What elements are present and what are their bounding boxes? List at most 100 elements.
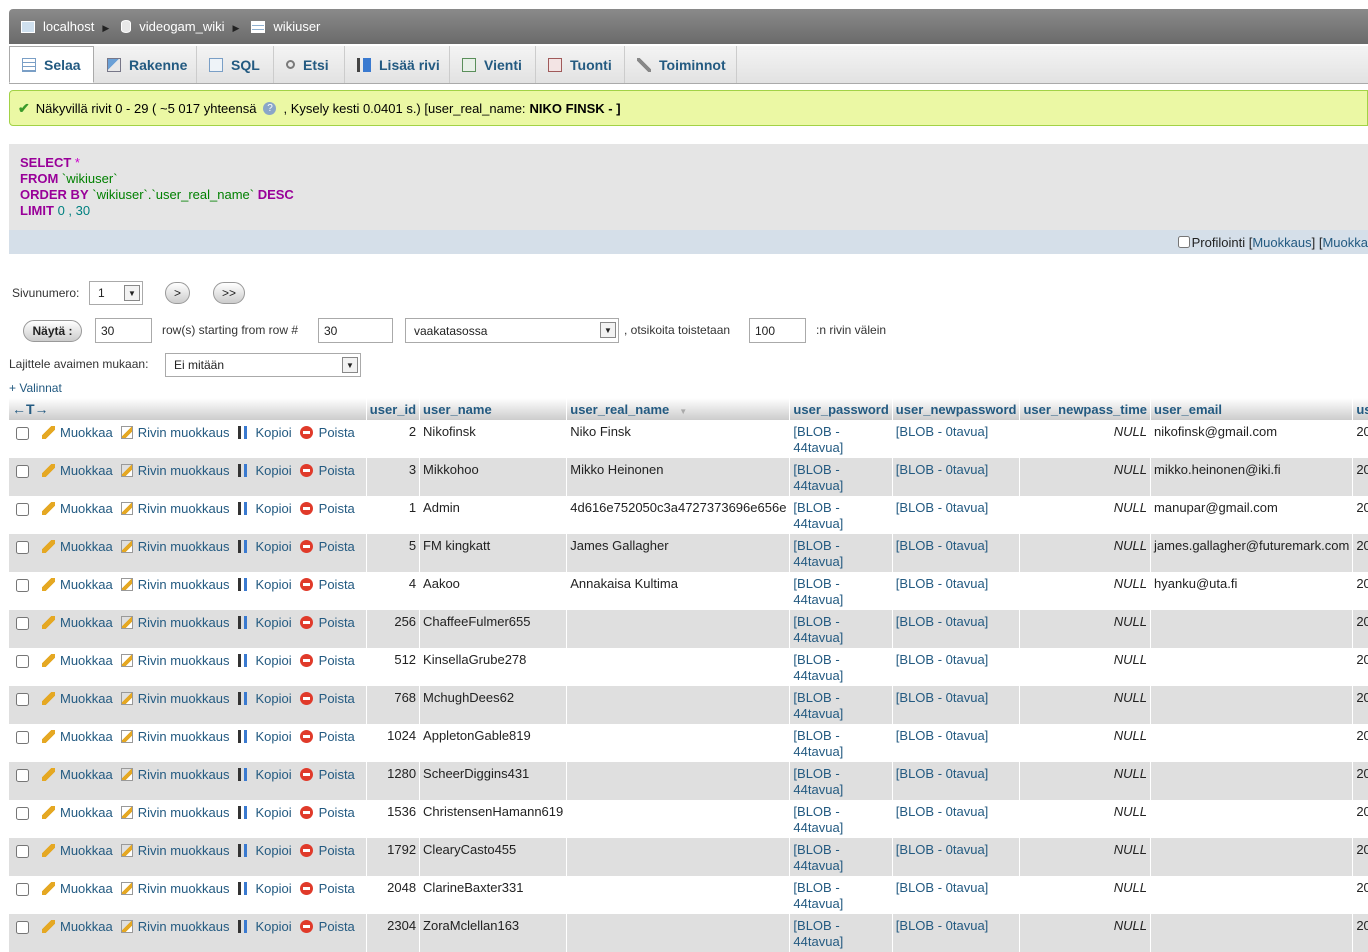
cell-user-password[interactable]: [BLOB - 44tavua] (789, 724, 893, 762)
inline-edit-row-link[interactable]: Rivin muokkaus (120, 767, 230, 782)
column-header-user-id[interactable]: user_id (366, 398, 421, 420)
blob-link[interactable]: [BLOB - 0tavua] (896, 652, 989, 667)
inline-edit-row-link[interactable]: Rivin muokkaus (120, 805, 230, 820)
cell-user-email[interactable]: mikko.heinonen@iki.fi (1150, 458, 1354, 496)
cell-user-password[interactable]: [BLOB - 44tavua] (789, 800, 893, 838)
cell-user-newpass-time[interactable]: NULL (1019, 838, 1152, 876)
breadcrumb-table-label[interactable]: wikiuser (273, 19, 320, 34)
cell-user-id[interactable]: 2304 (366, 914, 421, 952)
blob-link[interactable]: [BLOB - 44tavua] (793, 728, 843, 759)
cell-user-email[interactable] (1150, 724, 1354, 762)
cell-user-newpass-time[interactable]: NULL (1019, 724, 1152, 762)
cell-user-password[interactable]: [BLOB - 44tavua] (789, 686, 893, 724)
cell-user-name[interactable]: AppletonGable819 (419, 724, 568, 762)
cell-user-password[interactable]: [BLOB - 44tavua] (789, 572, 893, 610)
edit-row-link[interactable]: Muokkaa (42, 653, 113, 668)
copy-row-link[interactable]: Kopioi (237, 539, 292, 554)
tab-sql[interactable]: SQL (197, 46, 274, 83)
cell-user-newpass-time[interactable]: NULL (1019, 496, 1152, 534)
last-page-button[interactable]: >> (213, 282, 245, 304)
display-mode-select[interactable]: vaakatasossa ▼ (405, 318, 619, 343)
delete-row-link[interactable]: Poista (299, 539, 355, 554)
cell-user-id[interactable]: 1536 (366, 800, 421, 838)
cell-user-name[interactable]: FM kingkatt (419, 534, 568, 572)
blob-link[interactable]: [BLOB - 0tavua] (896, 804, 989, 819)
cell-user-real-name[interactable] (566, 686, 791, 724)
cell-user-newpass-time[interactable]: NULL (1019, 762, 1152, 800)
blob-link[interactable]: [BLOB - 44tavua] (793, 918, 843, 949)
inline-edit-row-link[interactable]: Rivin muokkaus (120, 919, 230, 934)
row-select-checkbox[interactable] (16, 845, 29, 858)
inline-edit-row-link[interactable]: Rivin muokkaus (120, 691, 230, 706)
cell-user-real-name[interactable] (566, 876, 791, 914)
cell-user-id[interactable]: 4 (366, 572, 421, 610)
delete-row-link[interactable]: Poista (299, 805, 355, 820)
column-header-user-real-name-label[interactable]: user_real_name (570, 402, 669, 417)
delete-row-link[interactable]: Poista (299, 425, 355, 440)
row-select-checkbox[interactable] (16, 807, 29, 820)
cell-user-real-name[interactable]: Niko Finsk (566, 420, 791, 458)
delete-row-link[interactable]: Poista (299, 653, 355, 668)
cell-user-newpassword[interactable]: [BLOB - 0tavua] (892, 648, 1021, 686)
blob-link[interactable]: [BLOB - 44tavua] (793, 614, 843, 645)
edit-row-link[interactable]: Muokkaa (42, 577, 113, 592)
cell-user-password[interactable]: [BLOB - 44tavua] (789, 496, 893, 534)
cell-user-email[interactable]: james.gallagher@futuremark.com (1150, 534, 1354, 572)
column-header-user-newpass-time[interactable]: user_newpass_time (1019, 398, 1152, 420)
breadcrumb-server-label[interactable]: localhost (43, 19, 94, 34)
page-number-select[interactable]: 1 ▼ (89, 281, 143, 305)
blob-link[interactable]: [BLOB - 0tavua] (896, 462, 989, 477)
inline-edit-row-link[interactable]: Rivin muokkaus (120, 577, 230, 592)
column-header-user-email[interactable]: user_email (1150, 398, 1354, 420)
edit-row-link[interactable]: Muokkaa (42, 539, 113, 554)
row-select-checkbox[interactable] (16, 465, 29, 478)
cell-user-newpassword[interactable]: [BLOB - 0tavua] (892, 458, 1021, 496)
edit-row-link[interactable]: Muokkaa (42, 691, 113, 706)
row-select-checkbox[interactable] (16, 693, 29, 706)
blob-link[interactable]: [BLOB - 0tavua] (896, 424, 989, 439)
edit-row-link[interactable]: Muokkaa (42, 615, 113, 630)
cell-user-id[interactable]: 1 (366, 496, 421, 534)
delete-row-link[interactable]: Poista (299, 843, 355, 858)
copy-row-link[interactable]: Kopioi (237, 501, 292, 516)
blob-link[interactable]: [BLOB - 0tavua] (896, 918, 989, 933)
cell-user-password[interactable]: [BLOB - 44tavua] (789, 610, 893, 648)
blob-link[interactable]: [BLOB - 44tavua] (793, 804, 843, 835)
blob-link[interactable]: [BLOB - 0tavua] (896, 842, 989, 857)
copy-row-link[interactable]: Kopioi (237, 767, 292, 782)
blob-link[interactable]: [BLOB - 0tavua] (896, 880, 989, 895)
cell-user-password[interactable]: [BLOB - 44tavua] (789, 458, 893, 496)
cell-user-newpass-time[interactable]: NULL (1019, 648, 1152, 686)
blob-link[interactable]: [BLOB - 44tavua] (793, 576, 843, 607)
cell-user-real-name[interactable]: 4d616e752050c3a4727373696e656e (566, 496, 791, 534)
cell-user-real-name[interactable]: Mikko Heinonen (566, 458, 791, 496)
cell-user-id[interactable]: 2 (366, 420, 421, 458)
cell-truncated[interactable]: 20 (1352, 686, 1368, 724)
blob-link[interactable]: [BLOB - 0tavua] (896, 500, 989, 515)
cell-user-newpassword[interactable]: [BLOB - 0tavua] (892, 572, 1021, 610)
tab-browse[interactable]: Selaa (9, 46, 94, 83)
blob-link[interactable]: [BLOB - 44tavua] (793, 538, 843, 569)
cell-user-newpass-time[interactable]: NULL (1019, 686, 1152, 724)
cell-user-email[interactable] (1150, 838, 1354, 876)
cell-user-password[interactable]: [BLOB - 44tavua] (789, 534, 893, 572)
options-link[interactable]: + Valinnat (9, 381, 62, 395)
cell-user-newpass-time[interactable]: NULL (1019, 420, 1152, 458)
blob-link[interactable]: [BLOB - 44tavua] (793, 690, 843, 721)
cell-user-id[interactable]: 2048 (366, 876, 421, 914)
cell-user-newpass-time[interactable]: NULL (1019, 800, 1152, 838)
cell-user-email[interactable]: hyanku@uta.fi (1150, 572, 1354, 610)
cell-user-name[interactable]: Admin (419, 496, 568, 534)
row-select-checkbox[interactable] (16, 503, 29, 516)
blob-link[interactable]: [BLOB - 44tavua] (793, 500, 843, 531)
tab-structure[interactable]: Rakenne (95, 46, 197, 83)
cell-user-newpassword[interactable]: [BLOB - 0tavua] (892, 914, 1021, 952)
cell-user-email[interactable] (1150, 610, 1354, 648)
rows-count-input[interactable]: 30 (95, 318, 152, 343)
cell-user-name[interactable]: KinsellaGrube278 (419, 648, 568, 686)
cell-user-real-name[interactable]: Annakaisa Kultima (566, 572, 791, 610)
repeat-headers-input[interactable]: 100 (749, 318, 806, 343)
cell-truncated[interactable]: 20 (1352, 876, 1368, 914)
cell-user-name[interactable]: ClearyCasto455 (419, 838, 568, 876)
sort-by-key-select[interactable]: Ei mitään ▼ (165, 353, 361, 377)
